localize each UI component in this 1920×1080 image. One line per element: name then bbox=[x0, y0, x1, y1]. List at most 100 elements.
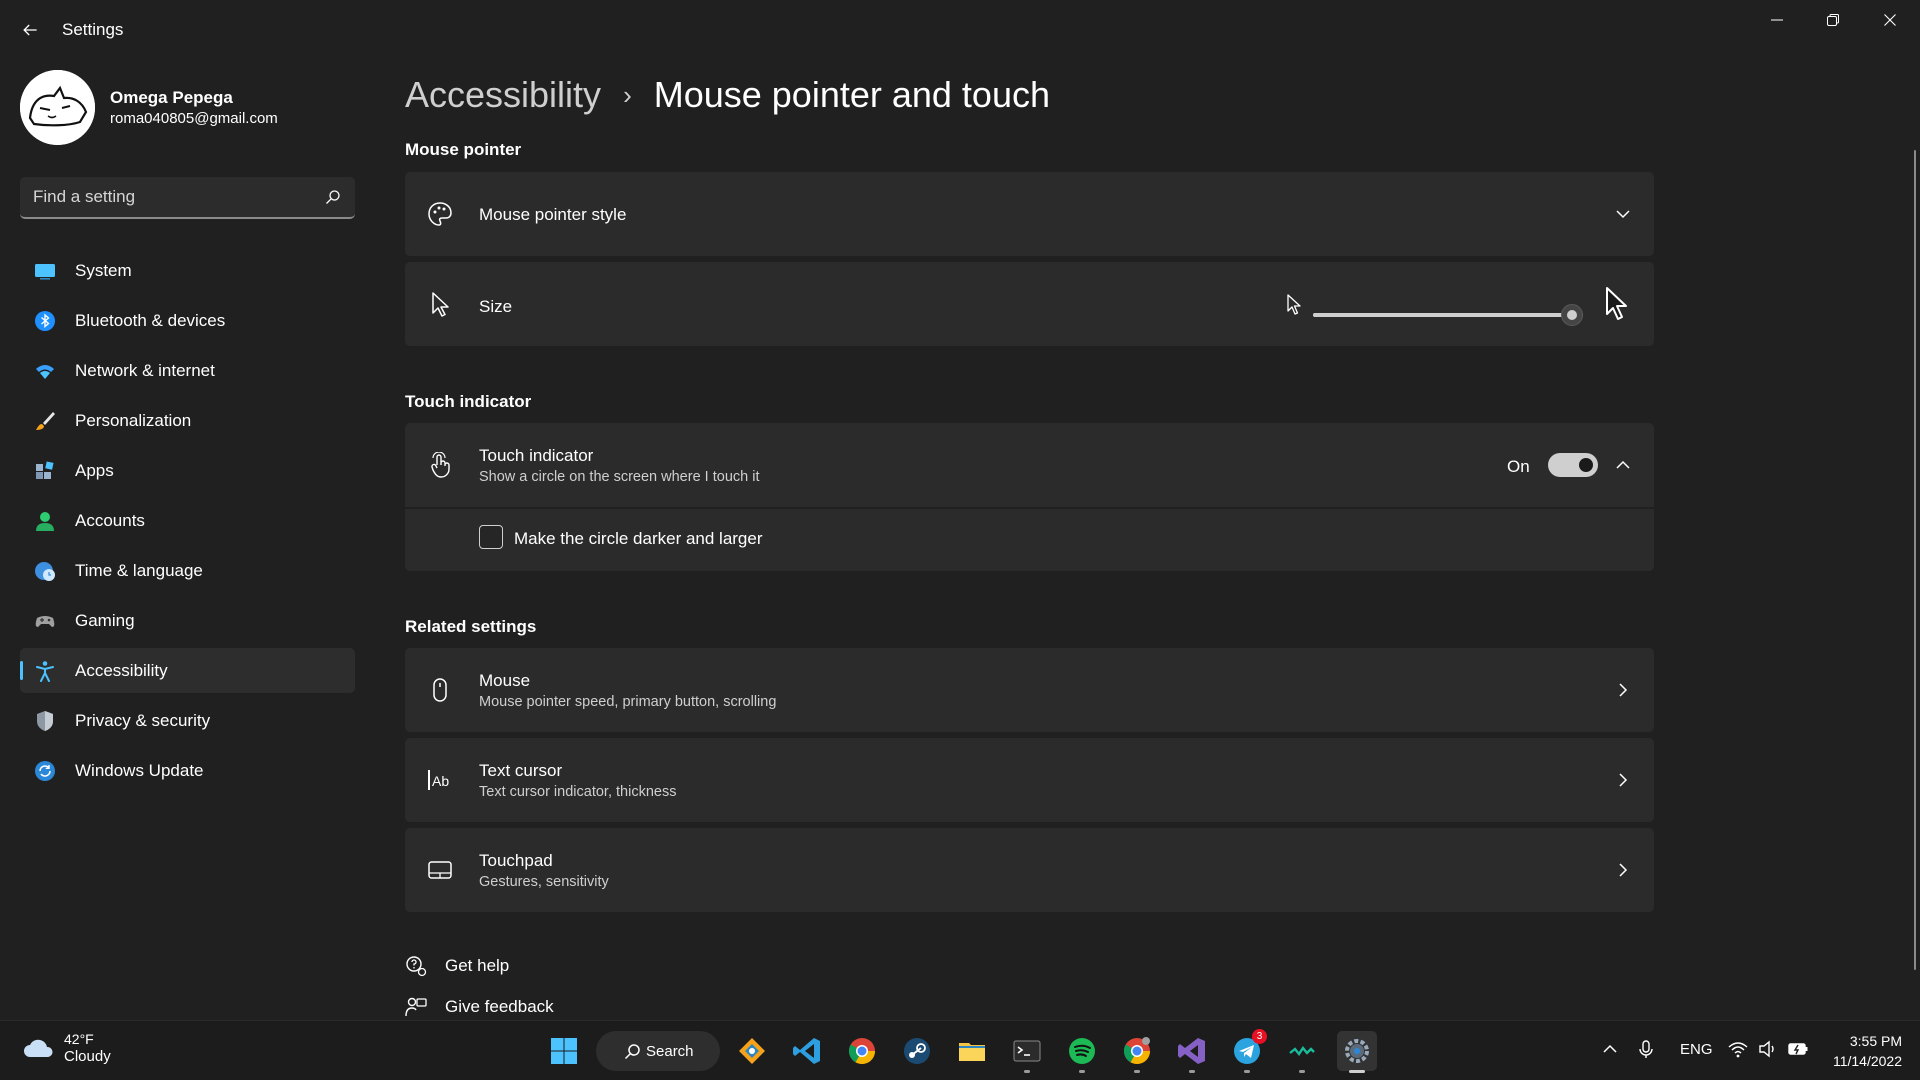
volume-button[interactable] bbox=[1758, 1039, 1778, 1064]
pointer-size-row: Size bbox=[405, 262, 1654, 346]
mouse-pointer-style-label: Mouse pointer style bbox=[479, 205, 627, 224]
back-button[interactable] bbox=[18, 18, 42, 42]
touch-indicator-option-row: Make the circle darker and larger bbox=[405, 509, 1654, 571]
show-hidden-icons-button[interactable] bbox=[1600, 1039, 1620, 1064]
bluetooth-icon bbox=[34, 310, 56, 332]
language-indicator[interactable]: ENG bbox=[1680, 1041, 1713, 1058]
sidebar-nav: System Bluetooth & devices Network & int… bbox=[20, 248, 355, 798]
globe-clock-icon bbox=[34, 560, 56, 582]
get-help-link[interactable]: Get help bbox=[405, 955, 509, 977]
user-profile[interactable]: Omega Pepega roma040805@gmail.com bbox=[20, 70, 360, 146]
taskbar-app-telegram[interactable]: 3 bbox=[1227, 1029, 1267, 1073]
large-pointer-icon bbox=[1603, 286, 1631, 322]
wifi-icon bbox=[1728, 1042, 1748, 1058]
palette-icon bbox=[427, 201, 453, 227]
related-mouse-row[interactable]: Mouse Mouse pointer speed, primary butto… bbox=[405, 648, 1654, 732]
taskbar-app-steam[interactable] bbox=[897, 1031, 937, 1071]
related-text-cursor-row[interactable]: Ab Text cursor Text cursor indicator, th… bbox=[405, 738, 1654, 822]
avatar bbox=[20, 70, 95, 145]
touch-indicator-label: Touch indicator bbox=[479, 446, 594, 465]
taskbar-app-sourcetree[interactable] bbox=[732, 1031, 772, 1071]
pointer-size-slider[interactable] bbox=[1313, 304, 1583, 326]
sourcetree-icon bbox=[739, 1038, 765, 1064]
slider-thumb[interactable] bbox=[1561, 304, 1583, 326]
windows-logo-icon bbox=[551, 1038, 577, 1064]
related-item-label: Touchpad bbox=[479, 851, 553, 870]
taskbar-app-spotify[interactable] bbox=[1062, 1031, 1102, 1073]
touchpad-icon bbox=[427, 857, 453, 883]
sidebar-item-label: System bbox=[75, 260, 132, 280]
settings-search[interactable] bbox=[20, 177, 355, 219]
restore-icon bbox=[1827, 14, 1839, 26]
sidebar-item-label: Accounts bbox=[75, 510, 145, 530]
touch-indicator-row[interactable]: Touch indicator Show a circle on the scr… bbox=[405, 423, 1654, 507]
give-feedback-link[interactable]: Give feedback bbox=[405, 996, 554, 1018]
taskbar-app-terminal[interactable] bbox=[1007, 1031, 1047, 1073]
sidebar-item-network[interactable]: Network & internet bbox=[20, 348, 355, 393]
battery-charging-icon bbox=[1788, 1043, 1808, 1055]
sidebar-item-accessibility[interactable]: Accessibility bbox=[20, 648, 355, 693]
shield-icon bbox=[34, 710, 56, 732]
sidebar-item-windows-update[interactable]: Windows Update bbox=[20, 748, 355, 793]
search-icon[interactable] bbox=[325, 189, 341, 205]
title-bar: Settings bbox=[0, 0, 1920, 60]
page-title: Mouse pointer and touch bbox=[653, 74, 1050, 115]
sidebar-item-time-language[interactable]: Time & language bbox=[20, 548, 355, 593]
taskbar-app-waves[interactable] bbox=[1282, 1031, 1322, 1073]
clock-time: 3:55 PM bbox=[1849, 1033, 1902, 1049]
give-feedback-label: Give feedback bbox=[445, 997, 554, 1016]
restore-button[interactable] bbox=[1813, 8, 1853, 32]
chevron-up-icon bbox=[1603, 1044, 1617, 1053]
chevron-right-icon bbox=[1614, 681, 1632, 699]
chevron-up-icon[interactable] bbox=[1614, 456, 1632, 474]
breadcrumb-parent-link[interactable]: Accessibility bbox=[405, 74, 601, 116]
touch-indicator-toggle[interactable] bbox=[1548, 453, 1598, 477]
running-indicator bbox=[1079, 1070, 1085, 1073]
minimize-button[interactable] bbox=[1757, 8, 1797, 32]
taskbar-app-chrome-profile[interactable] bbox=[1117, 1031, 1157, 1073]
system-clock[interactable]: 3:55 PM 11/14/2022 bbox=[1833, 1031, 1902, 1071]
network-button[interactable] bbox=[1728, 1039, 1748, 1064]
sidebar-item-gaming[interactable]: Gaming bbox=[20, 598, 355, 643]
sidebar-item-accounts[interactable]: Accounts bbox=[20, 498, 355, 543]
brush-icon bbox=[34, 410, 56, 432]
accounts-icon bbox=[34, 510, 56, 532]
chevron-right-icon bbox=[1614, 861, 1632, 879]
sidebar-item-label: Privacy & security bbox=[75, 710, 211, 730]
darker-larger-circle-checkbox[interactable] bbox=[479, 525, 503, 549]
taskbar-app-vscode[interactable] bbox=[787, 1031, 827, 1071]
taskbar-app-settings[interactable] bbox=[1337, 1031, 1377, 1073]
sidebar-item-apps[interactable]: Apps bbox=[20, 448, 355, 493]
taskbar-search-button[interactable]: Search bbox=[596, 1031, 720, 1071]
battery-button[interactable] bbox=[1788, 1039, 1808, 1064]
sidebar-item-personalization[interactable]: Personalization bbox=[20, 398, 355, 443]
gamepad-icon bbox=[34, 610, 56, 632]
close-icon bbox=[1884, 14, 1896, 26]
start-button[interactable] bbox=[544, 1031, 584, 1071]
vertical-scrollbar[interactable] bbox=[1914, 150, 1916, 970]
related-touchpad-row[interactable]: Touchpad Gestures, sensitivity bbox=[405, 828, 1654, 912]
update-icon bbox=[34, 760, 56, 782]
steam-icon bbox=[904, 1038, 930, 1064]
sidebar-item-label: Network & internet bbox=[75, 360, 215, 380]
weather-condition: Cloudy bbox=[64, 1048, 111, 1065]
taskbar-app-chrome[interactable] bbox=[842, 1031, 882, 1071]
search-input[interactable] bbox=[33, 177, 313, 217]
feedback-icon bbox=[405, 997, 427, 1017]
chevron-down-icon[interactable] bbox=[1614, 205, 1632, 223]
mouse-pointer-style-row[interactable]: Mouse pointer style bbox=[405, 172, 1654, 256]
taskbar-app-visual-studio[interactable] bbox=[1172, 1031, 1212, 1073]
section-title-related-settings: Related settings bbox=[405, 617, 537, 636]
search-icon bbox=[624, 1044, 640, 1060]
sidebar-item-system[interactable]: System bbox=[20, 248, 355, 293]
profile-name: Omega Pepega bbox=[110, 88, 233, 107]
close-button[interactable] bbox=[1870, 8, 1910, 32]
chrome-icon bbox=[848, 1038, 876, 1065]
sidebar-item-privacy[interactable]: Privacy & security bbox=[20, 698, 355, 743]
weather-widget[interactable]: 42°F Cloudy bbox=[22, 1030, 111, 1066]
taskbar-app-file-explorer[interactable] bbox=[952, 1031, 992, 1071]
sidebar-item-bluetooth[interactable]: Bluetooth & devices bbox=[20, 298, 355, 343]
related-item-label: Text cursor bbox=[479, 761, 563, 780]
mouse-icon bbox=[427, 677, 453, 703]
microphone-button[interactable] bbox=[1636, 1039, 1656, 1064]
